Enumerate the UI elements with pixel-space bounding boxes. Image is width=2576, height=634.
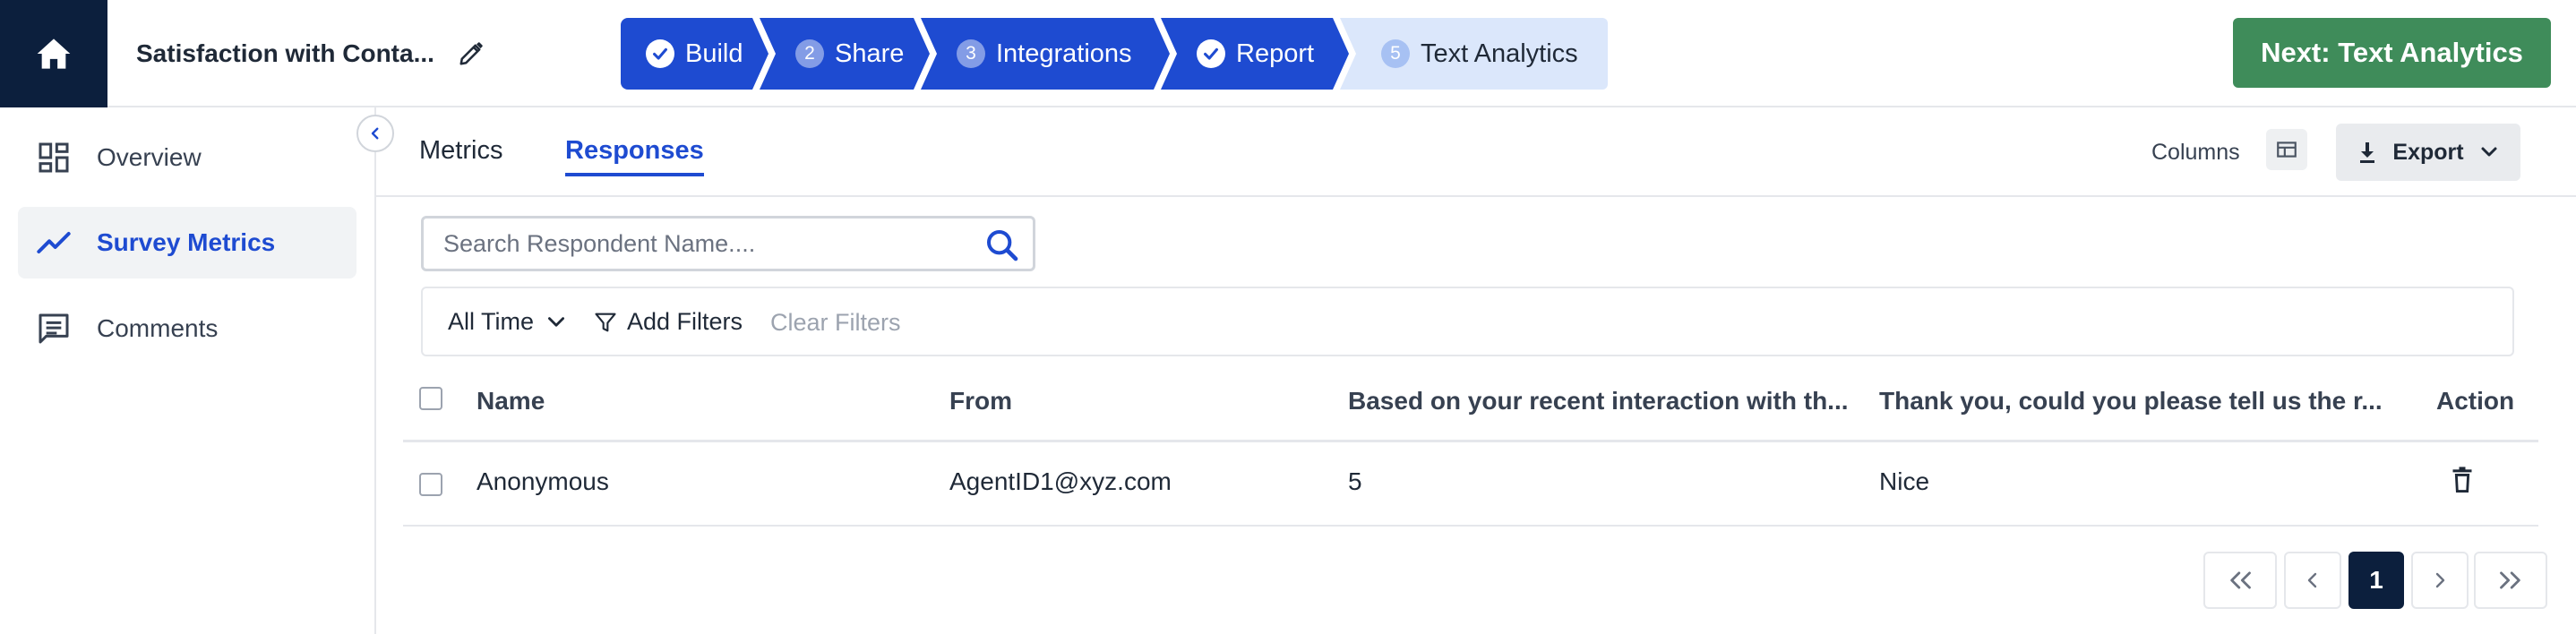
- clear-filters-button[interactable]: Clear Filters: [770, 309, 901, 337]
- filter-funnel-icon: [595, 313, 616, 331]
- column-header-question-2[interactable]: Thank you, could you please tell us the …: [1879, 387, 2390, 416]
- sidebar-item-label: Survey Metrics: [97, 228, 276, 256]
- step-label: Build: [685, 39, 743, 68]
- sidebar-item-overview[interactable]: Overview: [18, 122, 356, 193]
- cell-question-1: 5: [1348, 467, 1362, 495]
- cell-from: AgentID1@xyz.com: [949, 467, 1172, 495]
- table-columns-icon: [2277, 141, 2297, 158]
- check-icon: [1197, 39, 1225, 68]
- survey-title: Satisfaction with Conta...: [136, 36, 485, 72]
- table-header: Name From Based on your recent interacti…: [403, 365, 2538, 442]
- export-button[interactable]: Export: [2336, 124, 2520, 181]
- page-1-button[interactable]: 1: [2348, 552, 2404, 609]
- export-label: Export: [2392, 139, 2464, 165]
- sidebar-item-label: Overview: [97, 143, 202, 171]
- add-filters-label: Add Filters: [627, 308, 743, 335]
- sidebar-item-survey-metrics[interactable]: Survey Metrics: [18, 207, 356, 278]
- columns-button[interactable]: [2266, 129, 2307, 170]
- step-label: Report: [1236, 39, 1315, 68]
- tabs-bar: Metrics Responses Columns Export: [376, 107, 2576, 197]
- survey-title-text: Satisfaction with Conta...: [136, 39, 434, 67]
- columns-label: Columns: [2151, 140, 2240, 165]
- trending-line-icon: [37, 232, 71, 253]
- sidebar: Overview Survey Metrics Comments: [0, 107, 376, 634]
- double-chevron-left-icon: [2230, 571, 2251, 589]
- previous-page-button[interactable]: [2284, 552, 2341, 609]
- step-label: Text Analytics: [1421, 39, 1578, 68]
- tab-metrics[interactable]: Metrics: [419, 136, 502, 173]
- step-text-analytics[interactable]: 5 Text Analytics: [1340, 18, 1608, 90]
- search-box: [421, 216, 1035, 271]
- last-page-button[interactable]: [2474, 552, 2547, 609]
- edit-title-button[interactable]: [458, 40, 485, 67]
- home-button[interactable]: [0, 0, 107, 107]
- column-header-name[interactable]: Name: [477, 387, 906, 416]
- search-button[interactable]: [984, 227, 1020, 268]
- download-icon: [2360, 142, 2375, 163]
- add-filters-button[interactable]: Add Filters: [593, 308, 743, 336]
- row-checkbox[interactable]: [419, 473, 442, 496]
- chevron-down-icon: [2481, 147, 2497, 157]
- sidebar-item-comments[interactable]: Comments: [18, 293, 356, 364]
- time-range-dropdown[interactable]: All Time: [448, 308, 568, 336]
- search-input[interactable]: [443, 218, 963, 269]
- progress-stepper: Build 2 Share 3 Integrations Report 5 Te…: [621, 18, 1608, 90]
- column-header-action: Action: [2436, 387, 2515, 415]
- tab-responses[interactable]: Responses: [565, 136, 704, 176]
- chevron-right-icon: [2435, 572, 2445, 588]
- step-label: Share: [835, 39, 905, 68]
- step-share[interactable]: 2 Share: [760, 18, 930, 90]
- sidebar-item-label: Comments: [97, 314, 219, 342]
- step-number: 3: [957, 39, 985, 68]
- column-header-from[interactable]: From: [949, 387, 1308, 416]
- cell-name: Anonymous: [477, 467, 609, 495]
- search-icon: [987, 230, 1018, 261]
- chevron-left-icon: [371, 127, 379, 140]
- chevron-down-icon: [548, 316, 565, 327]
- double-chevron-right-icon: [2500, 571, 2520, 589]
- select-all-checkbox[interactable]: [419, 387, 442, 410]
- home-icon: [37, 39, 71, 69]
- next-text-analytics-button[interactable]: Next: Text Analytics: [2233, 18, 2551, 88]
- step-report[interactable]: Report: [1161, 18, 1349, 90]
- table-row: Anonymous AgentID1@xyz.com 5 Nice: [403, 442, 2538, 527]
- step-label: Integrations: [996, 39, 1132, 68]
- chevron-left-icon: [2307, 572, 2317, 588]
- next-page-button[interactable]: [2411, 552, 2469, 609]
- step-number: 2: [795, 39, 824, 68]
- pencil-icon: [459, 42, 483, 65]
- time-range-value: All Time: [448, 308, 535, 335]
- filter-bar: All Time Add Filters Clear Filters: [421, 287, 2514, 356]
- top-bar: Satisfaction with Conta... Build 2 Share…: [0, 0, 2576, 107]
- check-icon: [646, 39, 674, 68]
- delete-row-button[interactable]: [2450, 466, 2475, 499]
- comment-icon: [39, 313, 69, 344]
- trash-icon: [2452, 467, 2472, 493]
- dashboard-icon: [39, 142, 69, 173]
- first-page-button[interactable]: [2203, 552, 2277, 609]
- step-number: 5: [1381, 39, 1410, 68]
- step-integrations[interactable]: 3 Integrations: [921, 18, 1170, 90]
- collapse-sidebar-button[interactable]: [356, 115, 394, 152]
- column-header-question-1[interactable]: Based on your recent interaction with th…: [1348, 387, 1850, 416]
- step-build[interactable]: Build: [621, 18, 769, 90]
- cell-question-2: Nice: [1879, 467, 1930, 495]
